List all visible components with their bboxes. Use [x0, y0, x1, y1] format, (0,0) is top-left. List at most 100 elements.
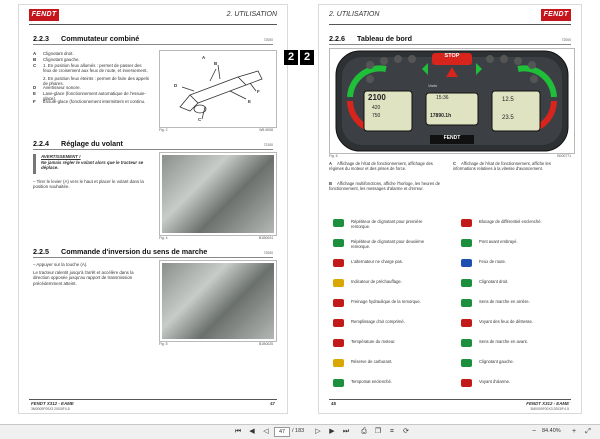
high-beam-icon: [461, 259, 472, 267]
figure-4-steering-wheel: [159, 152, 277, 236]
hazard-icon: [461, 319, 472, 327]
switch-item-text: Clignotant gauche.: [43, 57, 80, 62]
first-page-button[interactable]: ⏮: [234, 427, 242, 436]
switch-item-text: Clignotant droit.: [43, 51, 74, 56]
next-view-button[interactable]: ▷: [314, 427, 322, 436]
center-display-hours: 17890.1h: [430, 113, 452, 119]
temperature-icon: [333, 339, 344, 347]
section-rule: [33, 257, 273, 258]
desc-c: C Affichage de l'état de fonctionnement, …: [453, 161, 551, 171]
section-code: 72000: [263, 38, 273, 42]
indicator-description: Répétiteur de clignotant pour première r…: [351, 219, 423, 229]
battery-icon: [333, 259, 344, 267]
zoom-in-button[interactable]: +: [570, 427, 578, 436]
desc-a: A Affichage de l'état de fonctionnement, …: [329, 161, 433, 171]
page-number-input[interactable]: 47: [274, 427, 290, 437]
figure-2-combination-switch: A B C D E F: [159, 50, 277, 128]
fig-label-d: D: [174, 83, 178, 88]
figure-code: B1B0025: [259, 342, 273, 346]
figure-code: W5-5008: [259, 128, 273, 132]
indicator-description: Répétiteur de clignotant pour deuxième r…: [351, 239, 425, 249]
last-page-button[interactable]: ⏭: [342, 427, 350, 436]
switch-item-text: 1. En position feux allumés : permet de …: [43, 63, 148, 74]
switch-item-key: A: [33, 51, 37, 56]
figure-6-dashboard: STOP FENDT 2100 420 750 15:36 17890.1h 1…: [329, 48, 575, 154]
indicator-description: Remplissage d'air comprimé.: [351, 319, 405, 324]
switch-item-key: D: [33, 85, 37, 90]
fig-label-c: C: [198, 117, 202, 122]
arrow-up-icon: [461, 339, 472, 347]
section-rule: [33, 149, 273, 150]
header-chapter: 2. UTILISATION: [329, 11, 380, 18]
indicator-description: Freinage hydraulique de la remorque.: [351, 299, 421, 304]
coil-icon: [333, 279, 344, 287]
figure-code: B000771: [557, 154, 571, 158]
switch-item-key: C: [33, 63, 37, 68]
previous-page-button[interactable]: ◀: [248, 427, 256, 436]
select-icon[interactable]: ⌗: [388, 427, 396, 436]
zoom-out-button[interactable]: −: [530, 427, 538, 436]
left-display-big: 2100: [368, 93, 386, 102]
arrow-right-icon: [461, 279, 472, 287]
footer-sub: 3M0000F00X3 2003/F4-5: [530, 407, 569, 411]
copy-icon[interactable]: ❐: [374, 427, 382, 436]
fig-label-b: B: [214, 61, 218, 66]
fig-label-e: E: [248, 99, 251, 104]
fuel-icon: [333, 359, 344, 367]
arrow-left-icon: [333, 239, 344, 247]
front-axle-icon: [461, 239, 472, 247]
figure-caption: Fig. 5: [159, 342, 168, 346]
step-text: – Tirer le levier (A) vers le haut et pl…: [33, 179, 144, 190]
left-display-2: 420: [372, 105, 381, 111]
steering-wheel-photo: [162, 155, 274, 233]
indicator-description: Pont avant embrayé.: [479, 239, 518, 244]
fendt-logo: FENDT: [541, 9, 571, 21]
indicator-description: Feux de route.: [479, 259, 507, 264]
header-rule: [329, 24, 571, 25]
switch-item-key: F: [33, 99, 36, 104]
section-title-2-2-5: 2.2.5 Commande d'inversion du sens de mar…: [33, 247, 208, 256]
switch-item-text: Avertisseur sonore.: [43, 85, 81, 90]
desc-b: B Affichage multifonctions, affiche l'hor…: [329, 181, 441, 191]
switch-item: A Clignotant droit.: [33, 51, 151, 56]
indicator-description: Blocage de différentiel enclenché.: [479, 219, 542, 224]
indicator-description: Voyant des feux de détresse.: [479, 319, 534, 324]
fit-page-button[interactable]: ⤢: [584, 427, 592, 436]
tempomat-icon: [333, 379, 344, 387]
indicator-description: Tempomat enclenché.: [351, 379, 392, 384]
fig-label-a: A: [202, 55, 206, 60]
switch-item-text: Essuie-glace (fonctionnement intermitten…: [43, 99, 146, 104]
page-number: 48: [331, 401, 336, 406]
rotate-icon[interactable]: ⟳: [402, 427, 410, 436]
switch-item-key: B: [33, 57, 37, 62]
chapter-tab-left: 2: [284, 50, 298, 65]
fig-label-f: F: [257, 89, 260, 94]
switch-item-key: E: [33, 91, 36, 96]
previous-view-button[interactable]: ◁: [262, 427, 270, 436]
next-page-button[interactable]: ▶: [328, 427, 336, 436]
zoom-level[interactable]: 84.40%: [542, 427, 561, 436]
figure-caption: Fig. 4: [159, 236, 168, 240]
indicator-description: Clignotant gauche.: [479, 359, 514, 364]
arrow-left-icon: [333, 219, 344, 227]
header-rule: [29, 24, 277, 25]
print-icon[interactable]: ⎙: [360, 427, 368, 436]
section-rule: [33, 44, 273, 45]
stop-icon: [461, 379, 472, 387]
figure-5-reverser: [159, 260, 277, 342]
right-display-1: 12.5: [502, 97, 514, 103]
center-display-clock: 15:36: [436, 95, 449, 101]
dashboard-brand: FENDT: [443, 135, 461, 141]
warning-bar: [33, 154, 36, 174]
left-display-3: 750: [372, 113, 381, 119]
section-title-2-2-4: 2.2.4 Réglage du volant: [33, 139, 123, 148]
section-title-2-2-6: 2.2.6 Tableau de bord: [329, 34, 412, 43]
left-page: FENDT 2. UTILISATION 2.2.3 Commutateur co…: [18, 4, 288, 414]
figure-code: B1B0024: [259, 236, 273, 240]
footer-rule: [29, 399, 277, 400]
section-code: 72000: [561, 38, 571, 42]
chapter-tab-right: 2: [300, 50, 314, 65]
step-text: – Appuyer sur la touche (A).: [33, 262, 88, 267]
reverser-photo: [162, 263, 274, 339]
switch-item: B Clignotant gauche.: [33, 57, 151, 62]
